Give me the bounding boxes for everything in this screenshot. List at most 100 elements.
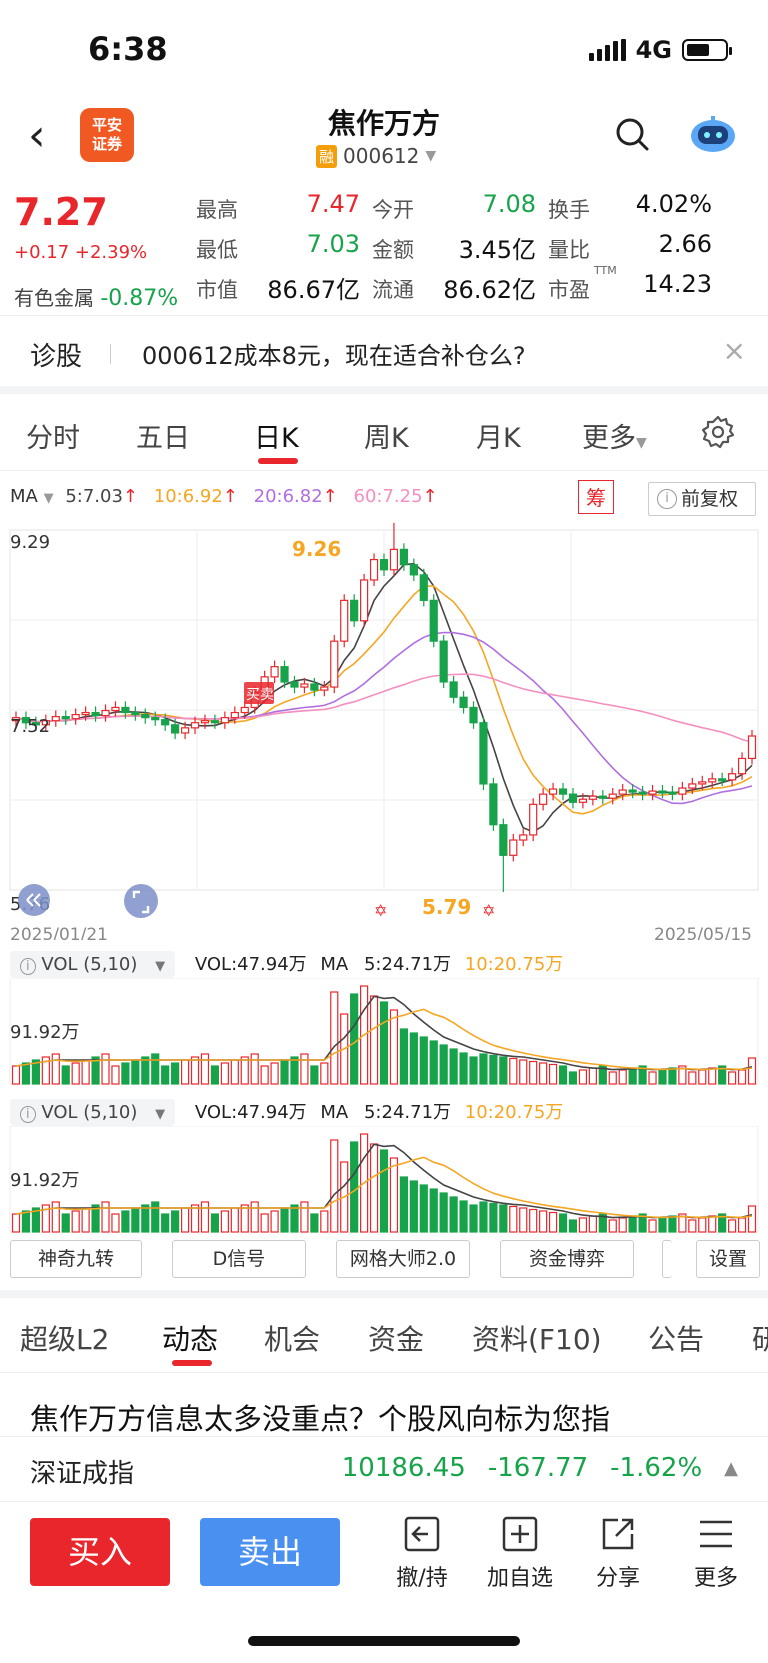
- stock-code-selector[interactable]: 融 000612 ▼: [316, 144, 436, 168]
- index-ticker[interactable]: 深证成指 10186.45 -167.77 -1.62% ▲: [0, 1436, 768, 1502]
- quote-label: 最低: [196, 238, 238, 262]
- info-icon: i: [20, 1106, 36, 1123]
- home-indicator: [248, 1636, 520, 1646]
- status-bar: 6:38 4G: [0, 0, 768, 100]
- tool-capital-game[interactable]: 资金博弈: [500, 1240, 634, 1278]
- quote-label: 量比: [548, 238, 590, 262]
- sell-button[interactable]: 卖出: [200, 1518, 340, 1586]
- chevron-up-icon[interactable]: ▲: [724, 1458, 738, 1479]
- quote-label: 流通: [372, 278, 414, 302]
- tool-magic-nine[interactable]: 神奇九转: [10, 1240, 142, 1278]
- arrow-up-icon: ↑: [222, 486, 238, 507]
- chip-distribution-button[interactable]: 筹: [578, 480, 614, 514]
- trade-action-bar: 买入 卖出 撤/持 加自选 分享 更多: [0, 1500, 768, 1663]
- ttm-superscript: TTM: [594, 264, 617, 277]
- chevron-down-icon: ▼: [43, 491, 54, 506]
- tab-opportunity[interactable]: 机会: [264, 1318, 320, 1358]
- chart-period-tabs: 分时 五日 日K 周K 月K 更多▼: [0, 394, 768, 471]
- volume-bars: [9, 1126, 759, 1233]
- quote-label: 最高: [196, 198, 238, 222]
- quote-label: 今开: [372, 198, 414, 222]
- tool-d-signal[interactable]: D信号: [172, 1240, 306, 1278]
- news-headline[interactable]: 焦作万方信息太多没重点？个股风向标为您指: [30, 1396, 768, 1438]
- quote-value: 14.23: [643, 270, 712, 298]
- volume-bars: [9, 978, 759, 1085]
- chevron-down-icon: ▼: [155, 959, 166, 974]
- volume-chart-2[interactable]: 91.92万: [0, 1126, 768, 1236]
- sector-info[interactable]: 有色金属 -0.87%: [14, 282, 178, 311]
- tool-more-edge[interactable]: [662, 1240, 672, 1278]
- tab-weekly-k[interactable]: 周K: [364, 416, 409, 455]
- event-marker-icon[interactable]: ✡: [482, 901, 495, 920]
- last-price: 7.27: [14, 190, 108, 234]
- date-end-label: 2025/05/15: [654, 925, 752, 940]
- tab-monthly-k[interactable]: 月K: [476, 416, 521, 455]
- tab-f10[interactable]: 资料(F10): [472, 1318, 602, 1358]
- battery-icon: [682, 39, 732, 61]
- volume-y-label: 91.92万: [10, 1022, 80, 1043]
- tab-five-day[interactable]: 五日: [136, 416, 190, 455]
- date-start-label: 2025/01/21: [10, 925, 108, 940]
- share-button[interactable]: 分享: [578, 1514, 658, 1592]
- stock-name: 焦作万方: [327, 107, 440, 140]
- tab-daily-k[interactable]: 日K: [254, 416, 299, 455]
- withdraw-icon: [404, 1516, 440, 1552]
- active-tab-indicator: [172, 1360, 212, 1366]
- tab-more[interactable]: 更多▼: [582, 416, 647, 455]
- ai-assistant-icon[interactable]: [688, 114, 738, 154]
- menu-icon: [700, 1520, 732, 1548]
- volume-y-label: 91.92万: [10, 1170, 80, 1191]
- gear-icon[interactable]: [700, 414, 736, 450]
- volume-chart-1[interactable]: 91.92万: [0, 978, 768, 1088]
- diagnosis-label: 诊股: [30, 342, 83, 372]
- trade-marker[interactable]: 买卖: [244, 682, 274, 704]
- tab-research[interactable]: 研: [752, 1318, 768, 1358]
- quote-value: 86.62亿: [443, 276, 536, 304]
- y-axis-mid-label: 7.52: [10, 716, 50, 737]
- tab-news[interactable]: 动态: [162, 1318, 218, 1358]
- tool-settings[interactable]: 设置: [696, 1240, 760, 1278]
- quote-value: 3.45亿: [458, 236, 536, 264]
- buy-button[interactable]: 买入: [30, 1518, 170, 1586]
- tab-announcements[interactable]: 公告: [648, 1318, 704, 1358]
- price-change: +0.17 +2.39%: [14, 242, 148, 263]
- index-name: 深证成指: [30, 1459, 135, 1489]
- ma-legend[interactable]: MA ▼ 5:7.03↑ 10:6.92↑ 20:6.82↑ 60:7.25↑: [10, 486, 438, 507]
- volume-header-2[interactable]: i VOL (5,10) ▼ VOL:47.94万 MA 5:24.71万 10…: [10, 1098, 563, 1126]
- network-label: 4G: [635, 36, 672, 64]
- arrow-up-icon: ↑: [122, 486, 139, 507]
- quote-value: 7.03: [306, 230, 360, 258]
- tab-funds[interactable]: 资金: [368, 1318, 424, 1358]
- indicator-selector[interactable]: i VOL (5,10) ▼: [10, 1099, 176, 1126]
- quote-label: 金额: [372, 238, 414, 262]
- quote-label: 市值: [196, 278, 238, 302]
- close-icon[interactable]: ×: [723, 334, 746, 367]
- event-marker-icon[interactable]: ✡: [374, 901, 387, 920]
- kline-chart[interactable]: 9.29 7.52 5.76 9.26 5.79 2025/01/21 2025…: [0, 520, 768, 940]
- add-watchlist-button[interactable]: 加自选: [480, 1514, 560, 1592]
- indicator-selector[interactable]: i VOL (5,10) ▼: [10, 951, 176, 978]
- tool-grid-master[interactable]: 网格大师2.0: [336, 1240, 470, 1278]
- withdraw-hold-button[interactable]: 撤/持: [382, 1514, 462, 1592]
- signal-icon: [588, 39, 626, 61]
- period-high-label: 9.26: [292, 537, 341, 561]
- chart-expand-icon[interactable]: [124, 884, 158, 918]
- tab-super-l2[interactable]: 超级L2: [20, 1318, 109, 1358]
- search-icon[interactable]: [614, 116, 650, 152]
- quote-value: 7.08: [482, 190, 536, 218]
- more-button[interactable]: 更多: [676, 1514, 756, 1592]
- quote-value: 7.47: [306, 190, 360, 218]
- diagnosis-question[interactable]: 000612成本8元，现在适合补仓么?: [142, 336, 526, 371]
- info-icon: i: [657, 489, 677, 509]
- index-percent: -1.62%: [610, 1453, 703, 1483]
- info-tabs: 超级L2 动态 机会 资金 资料(F10) 公告 研: [0, 1298, 768, 1373]
- volume-header-1[interactable]: i VOL (5,10) ▼ VOL:47.94万 MA 5:24.71万 10…: [10, 950, 563, 978]
- svg-text:买卖: 买卖: [246, 687, 274, 703]
- active-tab-indicator: [258, 458, 298, 464]
- adjust-mode-button[interactable]: i 前复权: [648, 482, 756, 516]
- tab-intraday[interactable]: 分时: [26, 416, 80, 455]
- quote-value: 4.02%: [635, 190, 712, 218]
- period-low-label: 5.79: [422, 895, 471, 919]
- stock-diagnosis-bar[interactable]: 诊股 000612成本8元，现在适合补仓么? ×: [0, 318, 768, 394]
- share-icon: [602, 1518, 634, 1550]
